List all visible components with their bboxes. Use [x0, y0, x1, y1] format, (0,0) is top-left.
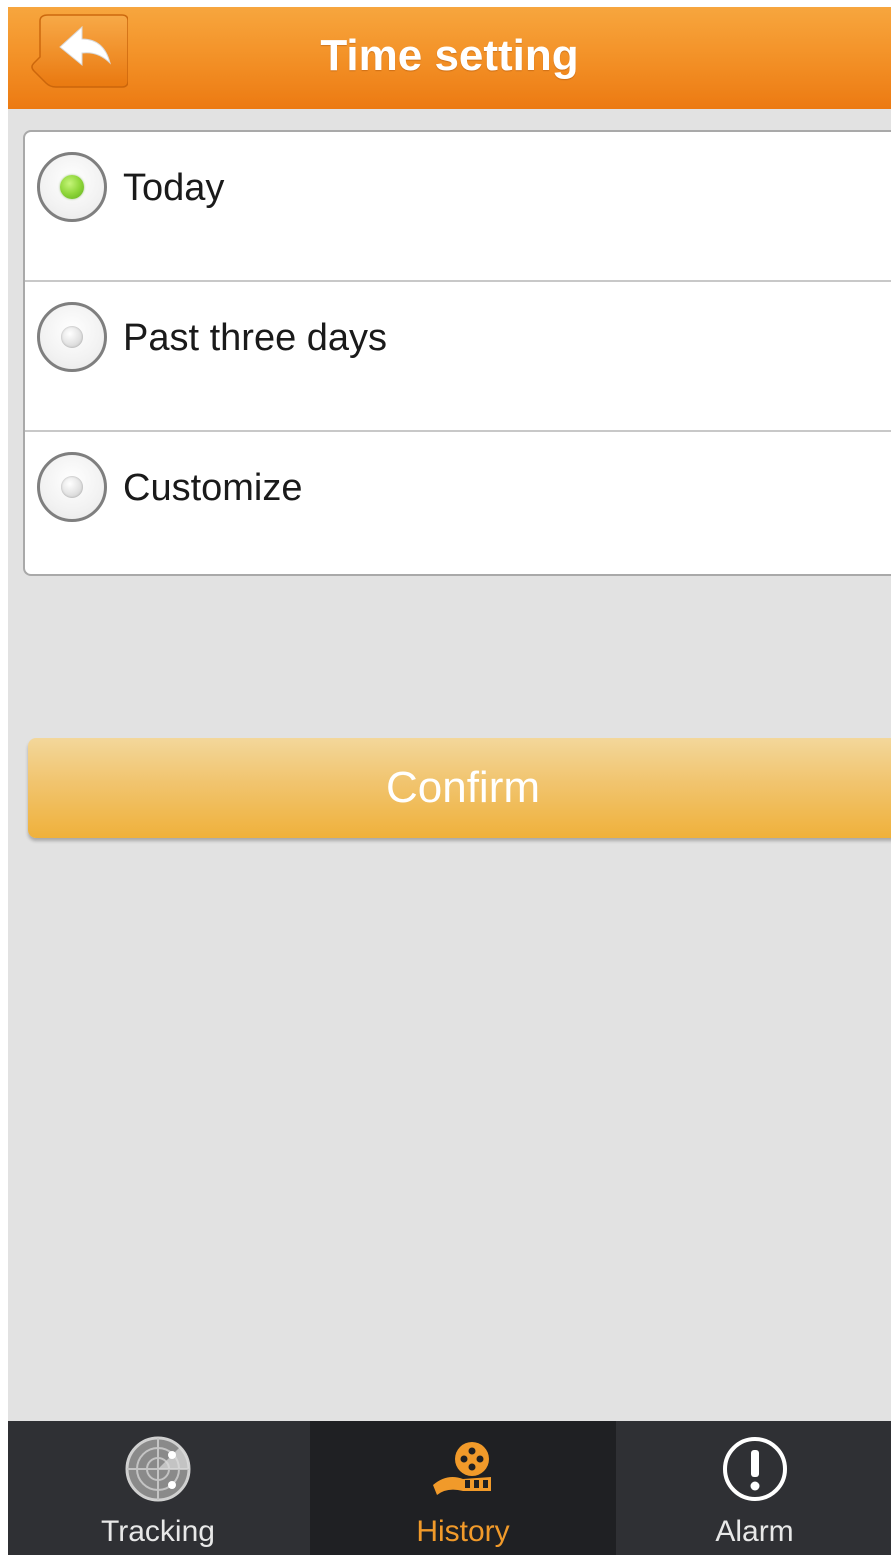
radio-dot [61, 476, 83, 498]
radio-customize[interactable] [37, 452, 107, 522]
radio-past-three-days[interactable] [37, 302, 107, 372]
header-bar: Time setting [8, 7, 891, 109]
radar-icon [122, 1433, 194, 1505]
option-label-past-three-days: Past three days [123, 317, 388, 359]
option-label-customize: Customize [123, 467, 303, 509]
page-title: Time setting [320, 31, 579, 80]
film-reel-icon [427, 1433, 499, 1505]
time-options-list: Today Past three days Customize [23, 130, 891, 576]
option-label-today: Today [123, 167, 225, 209]
radio-today[interactable] [37, 152, 107, 222]
nav-item-tracking[interactable]: Tracking [8, 1421, 308, 1555]
nav-label-tracking: Tracking [101, 1515, 215, 1548]
option-today[interactable]: Today [25, 132, 891, 280]
bottom-nav: Tracking History Alarm [8, 1421, 891, 1555]
radio-dot [61, 326, 83, 348]
radio-checked-dot [60, 175, 84, 199]
option-past-three-days[interactable]: Past three days [25, 280, 891, 428]
nav-item-alarm[interactable]: Alarm [618, 1421, 891, 1555]
nav-label-alarm: Alarm [715, 1515, 794, 1548]
alert-icon [719, 1433, 791, 1505]
nav-item-history[interactable]: History [310, 1421, 616, 1555]
nav-label-history: History [416, 1515, 510, 1548]
time-setting-screen: Time setting Today Past three days Custo… [8, 7, 891, 1555]
confirm-button[interactable]: Confirm [28, 738, 891, 838]
option-customize[interactable]: Customize [25, 430, 891, 574]
